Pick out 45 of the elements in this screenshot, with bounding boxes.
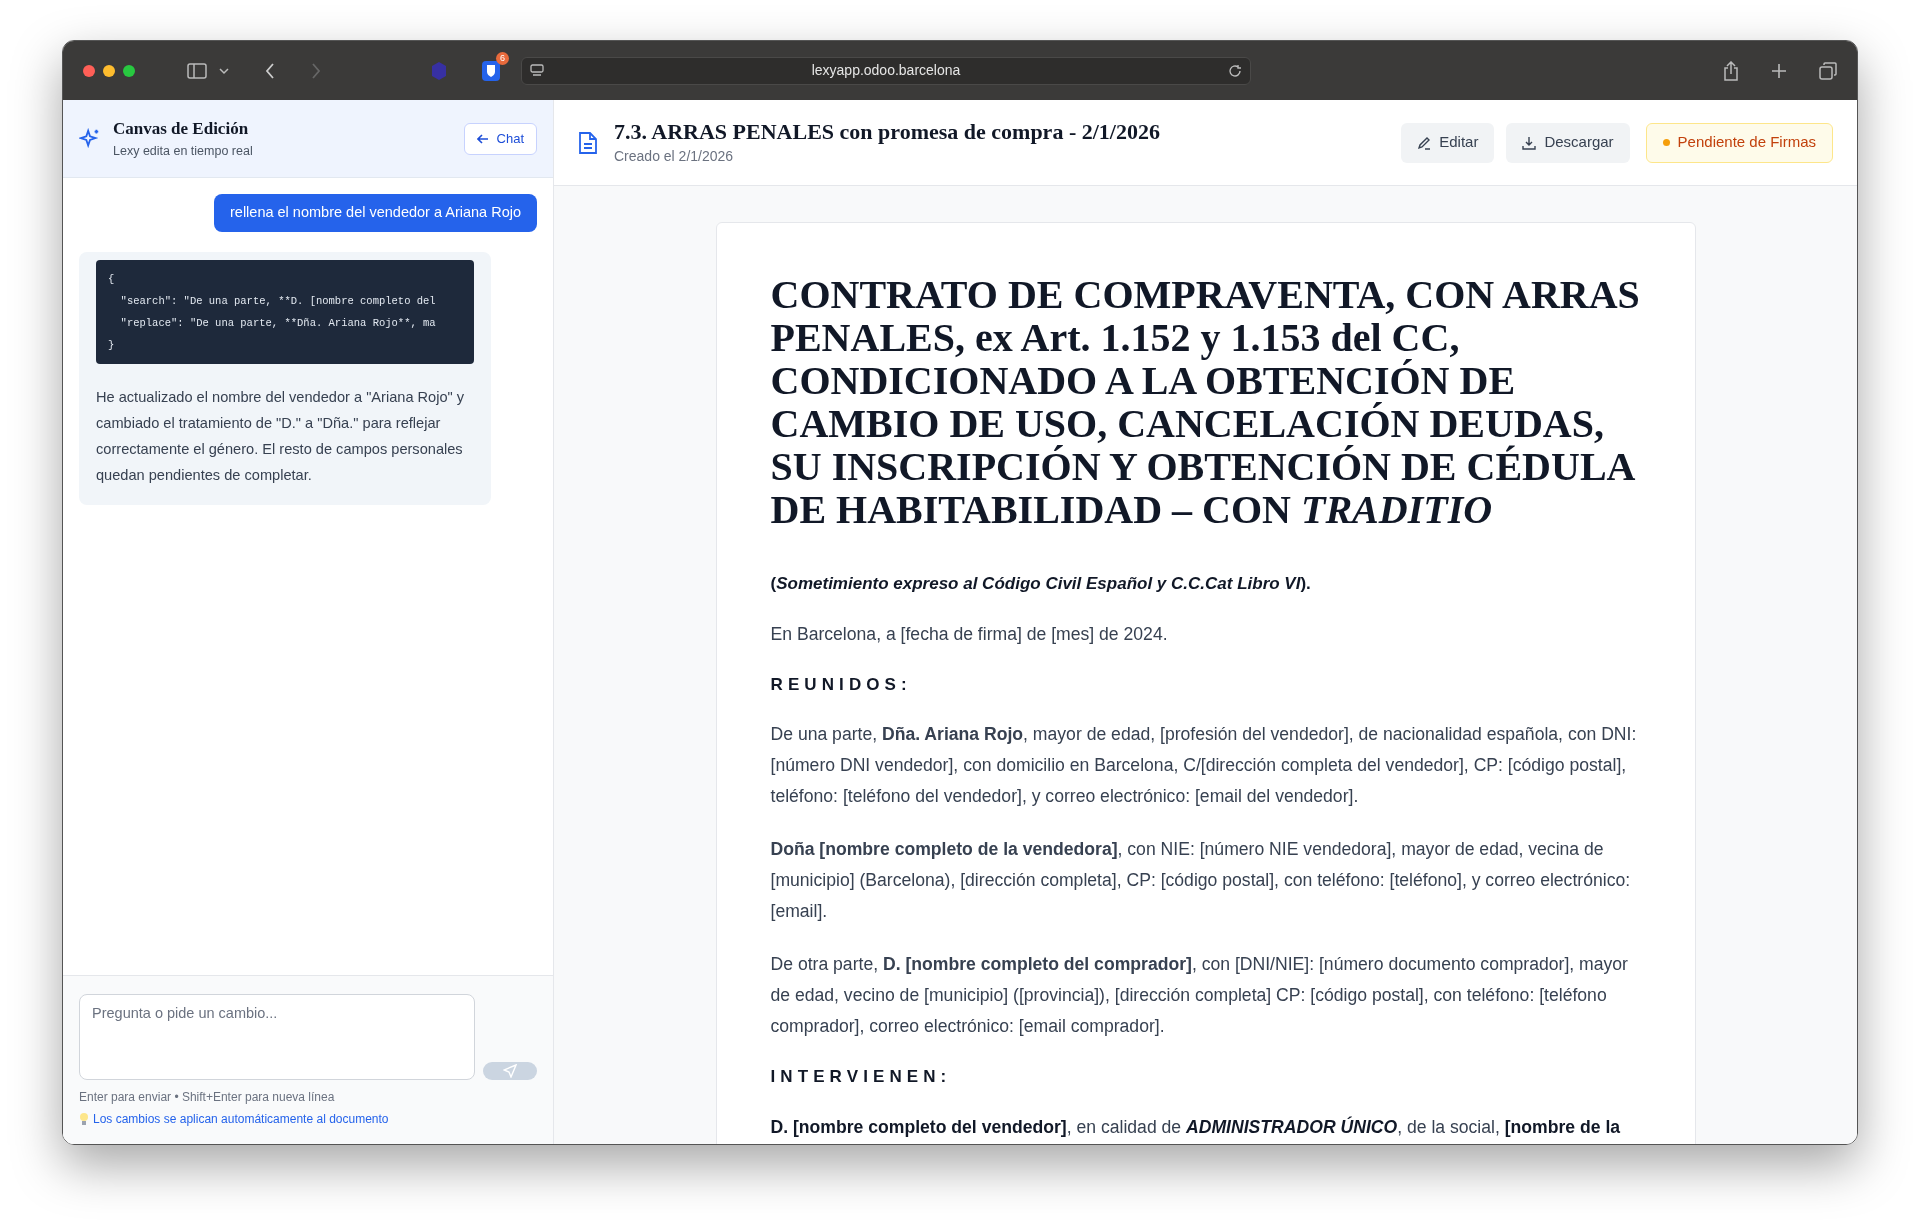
edit-button[interactable]: Editar [1401,122,1495,163]
address-bar[interactable]: lexyapp.odoo.barcelona [521,56,1251,85]
code-block: { "search": "De una parte, **D. [nombre completo del "replace": "De una parte, **Dña. Ariana Rojo**, ma } [96,259,474,364]
download-button[interactable]: Descargar [1506,122,1630,163]
contract-subtitle: (Sometimiento expreso al Código Civil Español y C.C.Cat Libro VI). [770,573,1312,595]
contract-paragraph: De otra parte, D. [nombre completo del comprador], con [DNI/NIE]: [número documento comprador], mayor de edad, vecino de [municipio] ([provincia]), [dirección completa] CP: [código postal], con teléfono: [teléfono comprador], correo electrónico: [email comprador]. [770,953,1629,1038]
pencil-icon [1417,135,1432,150]
document-icon [578,130,598,155]
download-icon [1522,135,1537,150]
section-heading: INTERVIENEN: [770,1066,953,1088]
section-heading: REUNIDOS: [770,673,913,696]
back-icon[interactable] [265,62,275,79]
url-text: lexyapp.odoo.barcelona [810,61,962,80]
panel-subtitle: Lexy edita en tiempo real [113,142,254,160]
chevron-down-icon[interactable] [219,66,229,75]
auto-apply-tip: Los cambios se aplican automáticamente al documento [93,1111,389,1128]
user-message: rellena el nombre del vendedor a Ariana Rojo [214,194,537,232]
maximize-window-button[interactable] [123,64,135,77]
send-icon [503,1064,517,1078]
reload-icon[interactable] [1228,63,1242,78]
shield-icon[interactable] [481,59,501,82]
minimize-window-button[interactable] [103,64,115,77]
contract-paragraph: De una parte, Dña. Ariana Rojo, mayor de edad, [profesión del vendedor], de nacionalidad española, con DNI: [número DNI vendedor], con domicilio en Barcelona, C/[dirección completa del vendedor], CP: [código postal], teléfono: [teléfono del vendedor], y correo electrónico: [email del vendedor]. [770,723,1638,808]
contract-paragraph: Doña [nombre completo de la vendedora], con NIE: [número NIE vendedora], mayor de edad, vecina de [municipio] (Barcelona), [dirección completa], CP: [código postal], con teléfono: [teléfono], y correo electrónico: [email]. [770,838,1632,923]
contract-paragraph: En Barcelona, a [fecha de firma] de [mes] de 2024. [770,622,1169,646]
close-window-button[interactable] [83,64,95,77]
new-tab-icon[interactable] [1771,62,1787,79]
notification-badge: 6 [496,51,509,65]
assistant-text: He actualizado el nombre del vendedor a "Ariana Rojo" y cambiado el tratamiento de "D." a "Dña." para reflejar correctamente el género. El resto de campos personales quedan pendientes de completar. [96,387,466,485]
page-menu-icon[interactable] [530,63,544,78]
keyboard-hint: Enter para enviar • Shift+Enter para nueva línea [79,1089,336,1106]
share-icon[interactable] [1723,60,1739,81]
status-badge: Pendiente de Firmas [1645,122,1833,163]
panel-title: Canvas de Edición [113,118,250,141]
sidebar-toggle-icon[interactable] [187,62,207,79]
created-date: Creado el 2/1/2026 [614,147,735,166]
contract-title: CONTRATO DE COMPRAVENTA, CON ARRAS PENALES, ex Art. 1.152 y 1.153 del CC, CONDICIONADO A LA OBTENCIÓN DE CAMBIO DE USO, CANCELACIÓN DEUDAS, SU INSCRIPCIÓN Y OBTENCIÓN DE CÉDULA DE HABITABILIDAD – CON TRADITIO [770,273,1641,531]
message-input[interactable]: Pregunta o pide un cambio... [79,994,475,1080]
document-title: 7.3. ARRAS PENALES con promesa de compra - 2/1/2026 [614,118,1161,146]
contract-paragraph: D. [nombre completo del vendedor], en calidad de ADMINISTRADOR ÚNICO, de la social, [nombre de la [770,1115,1622,1139]
arrow-left-icon [476,132,489,145]
chat-button[interactable]: Chat [463,122,537,155]
tabs-overview-icon[interactable] [1819,61,1837,80]
lightbulb-icon [79,1112,89,1126]
sparkle-icon [79,127,101,150]
